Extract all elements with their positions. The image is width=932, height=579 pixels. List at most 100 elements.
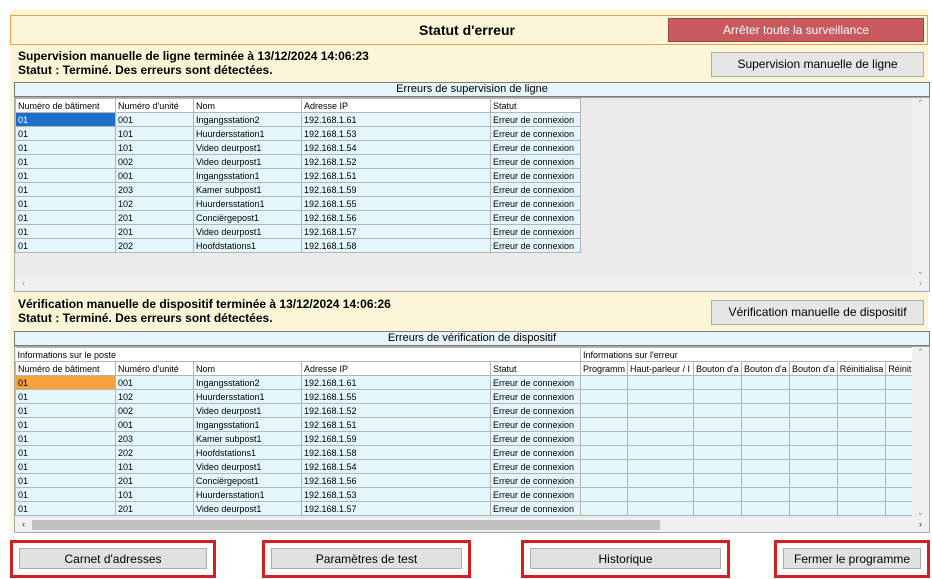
table-cell-empty[interactable] — [741, 417, 791, 432]
table-cell-empty[interactable] — [741, 403, 791, 418]
table-cell-empty[interactable] — [693, 375, 743, 390]
table-cell[interactable]: Erreur de connexion — [490, 375, 581, 390]
table-cell-empty[interactable] — [741, 389, 791, 404]
table-cell-empty[interactable] — [836, 487, 887, 502]
line-supervision-vertical-scrollbar[interactable]: ⌃ ⌄ — [912, 98, 929, 277]
table-cell[interactable]: 192.168.1.52 — [301, 403, 491, 418]
table-cell-empty[interactable] — [741, 459, 791, 474]
table-cell[interactable]: 192.168.1.54 — [301, 140, 491, 155]
table-cell-empty[interactable] — [627, 473, 695, 488]
table-cell[interactable]: Conciërgepost1 — [193, 210, 302, 225]
table-cell-empty[interactable] — [693, 501, 743, 516]
column-header[interactable]: Réinitialisa — [836, 361, 887, 376]
table-cell-empty[interactable] — [693, 431, 743, 446]
table-cell-empty[interactable] — [627, 445, 695, 460]
column-header[interactable]: Bouton d'a — [693, 361, 743, 376]
test-settings-button[interactable]: Paramètres de test — [271, 548, 462, 569]
table-row[interactable]: 01 001 Ingangsstation1 192.168.1.51 Erreur d… — [15, 168, 581, 183]
table-cell-empty[interactable] — [789, 445, 838, 460]
table-cell-empty[interactable] — [741, 445, 791, 460]
table-cell[interactable]: 01 — [15, 473, 116, 488]
table-cell-empty[interactable] — [693, 445, 743, 460]
column-header[interactable]: Numéro d'unité — [115, 361, 194, 376]
table-cell-empty[interactable] — [836, 403, 887, 418]
table-cell[interactable]: 203 — [115, 182, 194, 197]
table-cell[interactable]: 101 — [115, 487, 194, 502]
scroll-down-icon[interactable]: ⌄ — [912, 507, 929, 518]
table-row[interactable]: 01 202 Hoofdstations1 192.168.1.58 Erreur de… — [15, 445, 927, 460]
table-cell[interactable]: 202 — [115, 445, 194, 460]
table-row[interactable]: 01 201 Video deurpost1 192.168.1.57 Erreur d… — [15, 501, 927, 516]
table-row[interactable]: 01 201 Conciërgepost1 192.168.1.56 Erreur de… — [15, 210, 581, 225]
table-cell[interactable]: 101 — [115, 140, 194, 155]
column-header[interactable]: Numéro de bâtiment — [15, 98, 116, 113]
table-cell[interactable]: Ingangsstation2 — [193, 112, 302, 127]
table-cell-empty[interactable] — [789, 473, 838, 488]
table-cell[interactable]: 001 — [115, 168, 194, 183]
table-cell-empty[interactable] — [789, 417, 838, 432]
table-cell[interactable]: 001 — [115, 375, 194, 390]
table-cell[interactable]: 201 — [115, 210, 194, 225]
column-header[interactable]: Programm — [579, 361, 629, 376]
table-cell[interactable]: Erreur de connexion — [490, 112, 581, 127]
table-cell[interactable]: Erreur de connexion — [490, 389, 581, 404]
column-header[interactable]: Haut-parleur / I — [627, 361, 695, 376]
table-cell[interactable]: 201 — [115, 224, 194, 239]
table-cell[interactable]: 192.168.1.52 — [301, 154, 491, 169]
scroll-right-icon[interactable]: › — [912, 519, 929, 529]
horizontal-scroll-thumb[interactable] — [32, 520, 660, 530]
table-cell[interactable]: 192.168.1.55 — [301, 389, 491, 404]
table-cell[interactable]: Kamer subpost1 — [193, 182, 302, 197]
column-header[interactable]: Statut — [490, 98, 581, 113]
device-check-horizontal-scrollbar[interactable]: ‹ › — [15, 518, 929, 532]
device-check-vertical-scrollbar[interactable]: ⌃ ⌄ — [912, 347, 929, 518]
table-cell-empty[interactable] — [836, 473, 887, 488]
table-cell-empty[interactable] — [741, 473, 791, 488]
table-cell[interactable]: Erreur de connexion — [490, 487, 581, 502]
table-cell-empty[interactable] — [627, 459, 695, 474]
table-cell[interactable]: Hoofdstations1 — [193, 238, 302, 253]
table-row[interactable]: 01 102 Huurdersstation1 192.168.1.55 Erreur … — [15, 196, 581, 211]
table-cell[interactable]: Erreur de connexion — [490, 431, 581, 446]
table-cell[interactable]: 002 — [115, 403, 194, 418]
table-cell[interactable]: Erreur de connexion — [490, 168, 581, 183]
table-cell[interactable]: 192.168.1.53 — [301, 487, 491, 502]
table-cell[interactable]: 192.168.1.51 — [301, 417, 491, 432]
column-header[interactable]: Statut — [490, 361, 581, 376]
table-cell[interactable]: Ingangsstation1 — [193, 168, 302, 183]
table-cell[interactable]: 192.168.1.58 — [301, 445, 491, 460]
table-cell-empty[interactable] — [579, 375, 629, 390]
table-cell[interactable]: 192.168.1.54 — [301, 459, 491, 474]
table-cell[interactable]: Erreur de connexion — [490, 140, 581, 155]
table-cell[interactable]: Erreur de connexion — [490, 126, 581, 141]
table-cell[interactable]: 01 — [15, 417, 116, 432]
table-cell-empty[interactable] — [627, 501, 695, 516]
table-cell[interactable]: 202 — [115, 238, 194, 253]
table-cell-empty[interactable] — [693, 403, 743, 418]
scroll-up-icon[interactable]: ⌃ — [912, 98, 929, 109]
table-row[interactable]: 01 102 Huurdersstation1 192.168.1.55 Erreur … — [15, 389, 927, 404]
table-cell[interactable]: 01 — [15, 445, 116, 460]
scroll-left-icon[interactable]: ‹ — [15, 519, 32, 529]
table-cell[interactable]: 01 — [15, 140, 116, 155]
table-cell[interactable]: Erreur de connexion — [490, 403, 581, 418]
table-cell[interactable]: 01 — [15, 431, 116, 446]
table-cell[interactable]: 01 — [15, 238, 116, 253]
table-cell-empty[interactable] — [693, 487, 743, 502]
table-cell[interactable]: 192.168.1.55 — [301, 196, 491, 211]
table-cell-empty[interactable] — [741, 487, 791, 502]
table-cell-empty[interactable] — [627, 389, 695, 404]
table-cell-empty[interactable] — [627, 403, 695, 418]
table-row[interactable]: 01 001 Ingangsstation1 192.168.1.51 Erreur d… — [15, 417, 927, 432]
table-cell-empty[interactable] — [789, 403, 838, 418]
table-cell[interactable]: 01 — [15, 459, 116, 474]
table-cell[interactable]: 192.168.1.61 — [301, 375, 491, 390]
table-row[interactable]: 01 203 Kamer subpost1 192.168.1.59 Erreur de… — [15, 431, 927, 446]
table-cell-empty[interactable] — [579, 501, 629, 516]
table-row[interactable]: 01 001 Ingangsstation2 192.168.1.61 Erreur d… — [15, 112, 581, 127]
table-cell-empty[interactable] — [789, 501, 838, 516]
table-cell[interactable]: 01 — [15, 112, 116, 127]
table-cell[interactable]: Erreur de connexion — [490, 196, 581, 211]
table-cell-empty[interactable] — [789, 389, 838, 404]
table-cell[interactable]: Video deurpost1 — [193, 501, 302, 516]
